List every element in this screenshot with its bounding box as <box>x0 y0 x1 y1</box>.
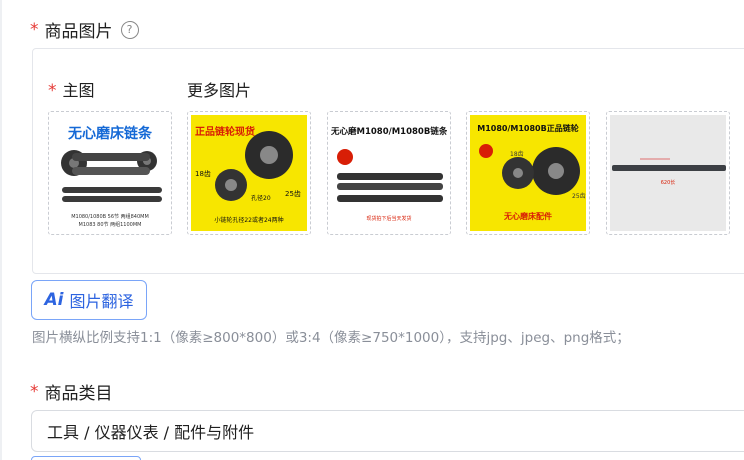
category-value: 工具 / 仪器仪表 / 配件与附件 <box>47 423 255 442</box>
images-panel: * 主图 更多图片 无心磨床链条 M1080/1080B 56节 两组840MM … <box>32 48 744 274</box>
left-divider <box>0 0 2 460</box>
more-image-thumbnail[interactable]: 无心磨M1080/M1080B链条 现货拍下后当天发货 <box>327 111 451 235</box>
category-section-header: * 商品类目 <box>30 379 113 405</box>
required-mark: * <box>30 19 39 40</box>
question-circle-icon[interactable]: ? <box>120 20 139 39</box>
image-caption: 现货拍下后当天发货 <box>366 216 412 222</box>
more-image-thumbnail[interactable]: M1080/M1080B正品链轮 18齿 25齿 无心磨床配件 <box>466 111 590 235</box>
main-image-label: * 主图 <box>48 77 95 101</box>
images-section-header: * 商品图片 ? <box>30 17 139 42</box>
teeth-a: 18齿 <box>195 170 211 178</box>
image-translate-button[interactable]: Ai 图片翻译 <box>31 280 147 320</box>
image-caption: M1080/1080B 56节 两组840MM <box>71 214 149 220</box>
image-translate-label: 图片翻译 <box>69 292 134 311</box>
product-form: * 商品图片 ? * 主图 更多图片 无心磨床链条 M1080/1080B 56节… <box>0 0 744 460</box>
more-image-thumbnail[interactable]: 620长 <box>606 111 730 235</box>
image-format-hint: 图片横纵比例支持1:1（像素≥800*800）或3:4（像素≥750*1000）… <box>32 330 630 346</box>
more-images-label: 更多图片 <box>187 81 252 100</box>
teeth-b: 25齿 <box>285 190 301 198</box>
image-title: M1080/M1080B正品链轮 <box>477 124 579 133</box>
category-section-title: 商品类目 <box>44 384 113 404</box>
chain-image <box>337 149 443 202</box>
product-image: 正品链轮现货 18齿 25齿 孔径20 小链轮孔径22或者24两种 <box>191 115 307 231</box>
images-section-title: 商品图片 <box>44 22 113 42</box>
image-caption: 小链轮孔径22或者24两种 <box>214 217 284 224</box>
image-caption: M1083 80节 两组1100MM <box>78 222 142 228</box>
image-title: 无心磨M1080/M1080B链条 <box>331 127 447 137</box>
teeth-a: 18齿 <box>510 151 524 158</box>
chain-image <box>61 150 162 202</box>
product-image: M1080/M1080B正品链轮 18齿 25齿 无心磨床配件 <box>470 115 586 231</box>
sprocket-image <box>479 144 580 195</box>
product-image: 无心磨M1080/M1080B链条 现货拍下后当天发货 <box>331 115 447 231</box>
next-button-partial[interactable] <box>31 456 141 460</box>
length-label: 620长 <box>660 180 676 186</box>
category-selector[interactable]: 工具 / 仪器仪表 / 配件与附件 <box>31 410 744 452</box>
teeth-b: 25齿 <box>572 193 586 200</box>
image-title: 无心磨床链条 <box>68 126 152 142</box>
more-image-thumbnail[interactable]: 正品链轮现货 18齿 25齿 孔径20 小链轮孔径22或者24两种 <box>187 111 311 235</box>
bore: 孔径20 <box>251 195 271 202</box>
product-image: 620长 <box>610 115 726 231</box>
chain-image <box>612 158 726 171</box>
ai-icon: Ai <box>44 290 64 310</box>
product-image: 无心磨床链条 M1080/1080B 56节 两组840MM M1083 80节… <box>52 115 168 231</box>
image-caption: 无心磨床配件 <box>504 212 552 221</box>
required-mark: * <box>30 381 39 402</box>
main-image-thumbnail[interactable]: 无心磨床链条 M1080/1080B 56节 两组840MM M1083 80节… <box>48 111 172 235</box>
main-image-label-text: 主图 <box>62 81 95 100</box>
required-mark: * <box>48 81 57 101</box>
